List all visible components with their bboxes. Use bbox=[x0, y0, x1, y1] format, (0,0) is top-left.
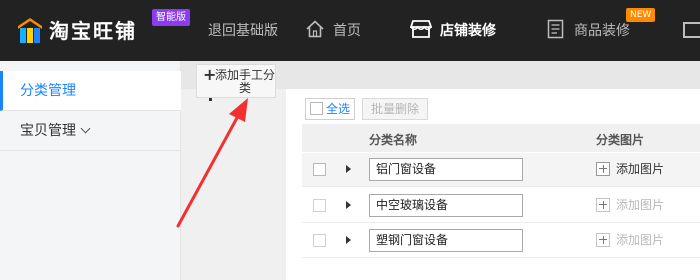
column-header-category-name: 分类名称 bbox=[369, 133, 418, 147]
table-row: 塑钢门窗设备 添加图片 bbox=[302, 224, 700, 258]
store-icon[interactable] bbox=[410, 19, 432, 39]
add-image-icon bbox=[596, 232, 610, 247]
table-row: 中空玻璃设备 添加图片 bbox=[302, 189, 700, 223]
document-icon[interactable] bbox=[547, 19, 565, 39]
add-image-icon bbox=[596, 197, 610, 212]
category-name-input[interactable]: 铝门窗设备 bbox=[369, 158, 523, 181]
column-header-category-image: 分类图片 bbox=[596, 133, 645, 147]
category-name-input[interactable]: 塑钢门窗设备 bbox=[369, 229, 523, 252]
select-all-checkbox[interactable] bbox=[310, 102, 323, 115]
table-row: 铝门窗设备 添加图片 bbox=[302, 153, 700, 187]
select-all-button[interactable]: 全选 bbox=[305, 98, 356, 120]
add-manual-category-label: 添加手工分类 bbox=[215, 68, 276, 95]
add-image-button[interactable]: 添加图片 bbox=[596, 197, 665, 213]
add-image-button[interactable]: 添加图片 bbox=[596, 232, 665, 248]
top-navigation-bar: 淘宝旺铺 智能版 退回基础版 首页 店铺装修 商品装修 NEW bbox=[0, 0, 700, 61]
add-manual-category-button[interactable]: + 添加手工分类 bbox=[196, 64, 276, 98]
select-all-label: 全选 bbox=[326, 102, 351, 116]
category-name-input[interactable]: 中空玻璃设备 bbox=[369, 194, 523, 217]
left-sidebar: 分类管理 宝贝管理 bbox=[0, 61, 181, 280]
sidebar-item-product-management[interactable]: 宝贝管理 bbox=[0, 111, 181, 151]
nav-home[interactable]: 首页 bbox=[333, 22, 361, 40]
chevron-down-icon bbox=[80, 123, 91, 134]
expand-arrow-icon[interactable] bbox=[346, 165, 351, 173]
row-checkbox[interactable] bbox=[313, 234, 326, 247]
sidebar-item-category-management[interactable]: 分类管理 bbox=[0, 71, 181, 111]
folder-icon[interactable] bbox=[683, 22, 700, 38]
add-image-label: 添加图片 bbox=[616, 198, 665, 212]
add-image-icon bbox=[596, 161, 610, 176]
content-gutter bbox=[181, 89, 286, 280]
expand-arrow-icon[interactable] bbox=[346, 236, 351, 244]
nav-store-decor[interactable]: 店铺装修 bbox=[440, 22, 496, 40]
sidebar-item-label: 宝贝管理 bbox=[20, 123, 76, 139]
table-header: 分类名称 分类图片 bbox=[302, 124, 700, 152]
new-badge: NEW bbox=[626, 8, 656, 22]
sidebar-item-label: 分类管理 bbox=[20, 83, 76, 99]
brand-name[interactable]: 淘宝旺铺 bbox=[49, 15, 137, 44]
row-checkbox[interactable] bbox=[313, 199, 326, 212]
row-checkbox[interactable] bbox=[313, 163, 326, 176]
nav-product-decor[interactable]: 商品装修 bbox=[574, 22, 630, 40]
expand-arrow-icon[interactable] bbox=[346, 201, 351, 209]
add-image-button[interactable]: 添加图片 bbox=[596, 161, 665, 177]
add-image-label: 添加图片 bbox=[616, 162, 665, 176]
batch-delete-button[interactable]: 批量删除 bbox=[362, 98, 428, 120]
edition-badge: 智能版 bbox=[152, 9, 190, 26]
add-image-label: 添加图片 bbox=[616, 233, 665, 247]
home-icon[interactable] bbox=[305, 19, 325, 39]
nav-back-basic[interactable]: 退回基础版 bbox=[208, 22, 278, 40]
shop-logo-icon bbox=[18, 18, 42, 43]
